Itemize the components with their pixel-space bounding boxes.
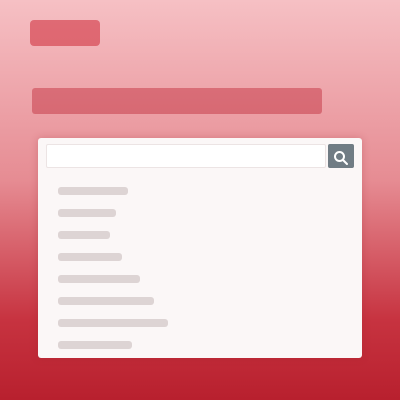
list-item-label	[58, 297, 154, 305]
search-bar	[46, 144, 354, 170]
search-icon	[334, 151, 348, 165]
page-title	[32, 88, 322, 114]
list-item[interactable]	[58, 224, 258, 246]
search-input[interactable]	[46, 144, 326, 168]
item-list	[58, 180, 258, 356]
list-item-label	[58, 187, 128, 195]
list-item-label	[58, 319, 168, 327]
list-item[interactable]	[58, 268, 258, 290]
list-item[interactable]	[58, 334, 258, 356]
logo[interactable]	[30, 20, 100, 46]
content-panel	[38, 138, 362, 358]
list-item-label	[58, 253, 122, 261]
list-item-label	[58, 231, 110, 239]
list-item[interactable]	[58, 290, 258, 312]
list-item-label	[58, 209, 116, 217]
list-item[interactable]	[58, 180, 258, 202]
list-item[interactable]	[58, 312, 258, 334]
list-item[interactable]	[58, 202, 258, 224]
list-item-label	[58, 341, 132, 349]
search-button[interactable]	[328, 144, 354, 168]
list-item[interactable]	[58, 246, 258, 268]
list-item-label	[58, 275, 140, 283]
